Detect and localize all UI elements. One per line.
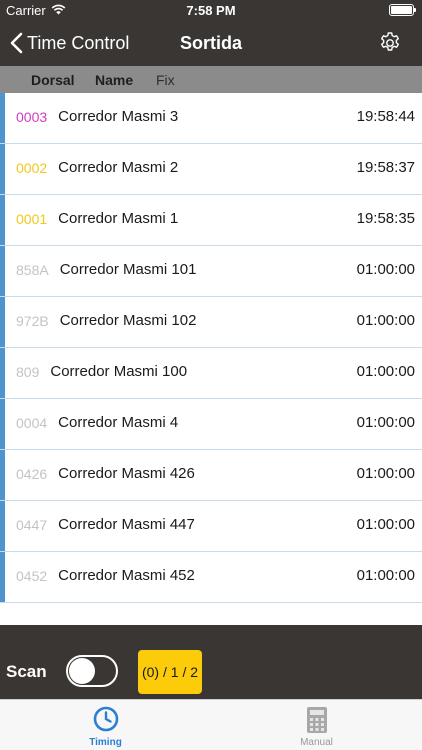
row-name: Corredor Masmi 2 [58,159,179,176]
tab-timing-label: Timing [89,737,122,748]
row-indicator [0,501,5,551]
counter-button[interactable]: (0) / 1 / 2 [138,650,202,694]
row-dorsal: 0001 [16,211,48,227]
row-name: Corredor Masmi 101 [59,261,197,278]
tab-timing[interactable]: Timing [0,700,211,750]
row-indicator [0,93,5,143]
row-dorsal: 0452 [16,568,48,584]
row-indicator [0,297,5,347]
runner-row[interactable]: 0004 Corredor Masmi 4 01:00:00 [0,399,422,450]
row-time: 19:58:37 [356,159,415,176]
row-name: Corredor Masmi 3 [58,108,179,125]
runner-row[interactable]: 809 Corredor Masmi 100 01:00:00 [0,348,422,399]
row-indicator [0,552,5,602]
row-dorsal: 0002 [16,160,48,176]
row-time: 01:00:00 [356,312,415,329]
row-dorsal: 0003 [16,109,48,125]
row-time: 19:58:44 [356,108,415,125]
row-indicator [0,144,5,194]
row-time: 01:00:00 [356,363,415,380]
row-name: Corredor Masmi 447 [58,516,195,533]
toggle-knob [69,658,95,684]
column-dorsal[interactable]: Dorsal [31,72,75,88]
row-time: 01:00:00 [356,516,415,533]
battery-icon [389,4,416,16]
list-empty-space [0,603,422,625]
runner-list: 0003 Corredor Masmi 3 19:58:44 0002 Corr… [0,93,422,625]
column-fix[interactable]: Fix [156,72,175,88]
row-dorsal: 0004 [16,415,48,431]
row-dorsal: 809 [16,364,40,380]
calculator-icon [211,706,422,734]
runner-row[interactable]: 972B Corredor Masmi 102 01:00:00 [0,297,422,348]
scan-label: Scan [6,662,47,681]
runner-row[interactable]: 0447 Corredor Masmi 447 01:00:00 [0,501,422,552]
row-name: Corredor Masmi 4 [58,414,179,431]
row-indicator [0,348,5,398]
runner-row[interactable]: 0001 Corredor Masmi 1 19:58:35 [0,195,422,246]
gear-icon[interactable] [378,31,402,55]
row-indicator [0,399,5,449]
runner-row[interactable]: 0452 Corredor Masmi 452 01:00:00 [0,552,422,603]
row-name: Corredor Masmi 100 [50,363,188,380]
row-time: 01:00:00 [356,567,415,584]
back-button[interactable]: Time Control [10,20,129,66]
runner-row[interactable]: 858A Corredor Masmi 101 01:00:00 [0,246,422,297]
runner-row[interactable]: 0002 Corredor Masmi 2 19:58:37 [0,144,422,195]
row-dorsal: 0447 [16,517,48,533]
status-time: 7:58 PM [186,3,236,18]
navigation-bar: Time Control Sortida [0,20,422,66]
row-name: Corredor Masmi 452 [58,567,195,584]
row-dorsal: 972B [16,313,49,329]
column-header: Dorsal Name Fix [0,66,422,93]
runner-row[interactable]: 0003 Corredor Masmi 3 19:58:44 [0,93,422,144]
status-bar: Carrier 7:58 PM [0,0,422,20]
scan-toolbar: Scan (0) / 1 / 2 [0,625,422,699]
row-indicator [0,246,5,296]
row-indicator [0,195,5,245]
column-name[interactable]: Name [95,72,133,88]
tab-bar: Timing Manual [0,699,422,750]
chevron-left-icon [10,32,23,54]
row-time: 19:58:35 [356,210,415,227]
clock-icon [0,706,211,732]
row-time: 01:00:00 [356,465,415,482]
scan-toggle[interactable] [66,655,118,687]
row-time: 01:00:00 [356,261,415,278]
row-name: Corredor Masmi 102 [59,312,197,329]
row-indicator [0,450,5,500]
row-time: 01:00:00 [356,414,415,431]
row-name: Corredor Masmi 1 [58,210,179,227]
row-dorsal: 0426 [16,466,48,482]
row-dorsal: 858A [16,262,49,278]
tab-manual[interactable]: Manual [211,700,422,750]
runner-row[interactable]: 0426 Corredor Masmi 426 01:00:00 [0,450,422,501]
row-name: Corredor Masmi 426 [58,465,195,482]
back-label: Time Control [27,32,130,53]
tab-manual-label: Manual [300,737,333,748]
